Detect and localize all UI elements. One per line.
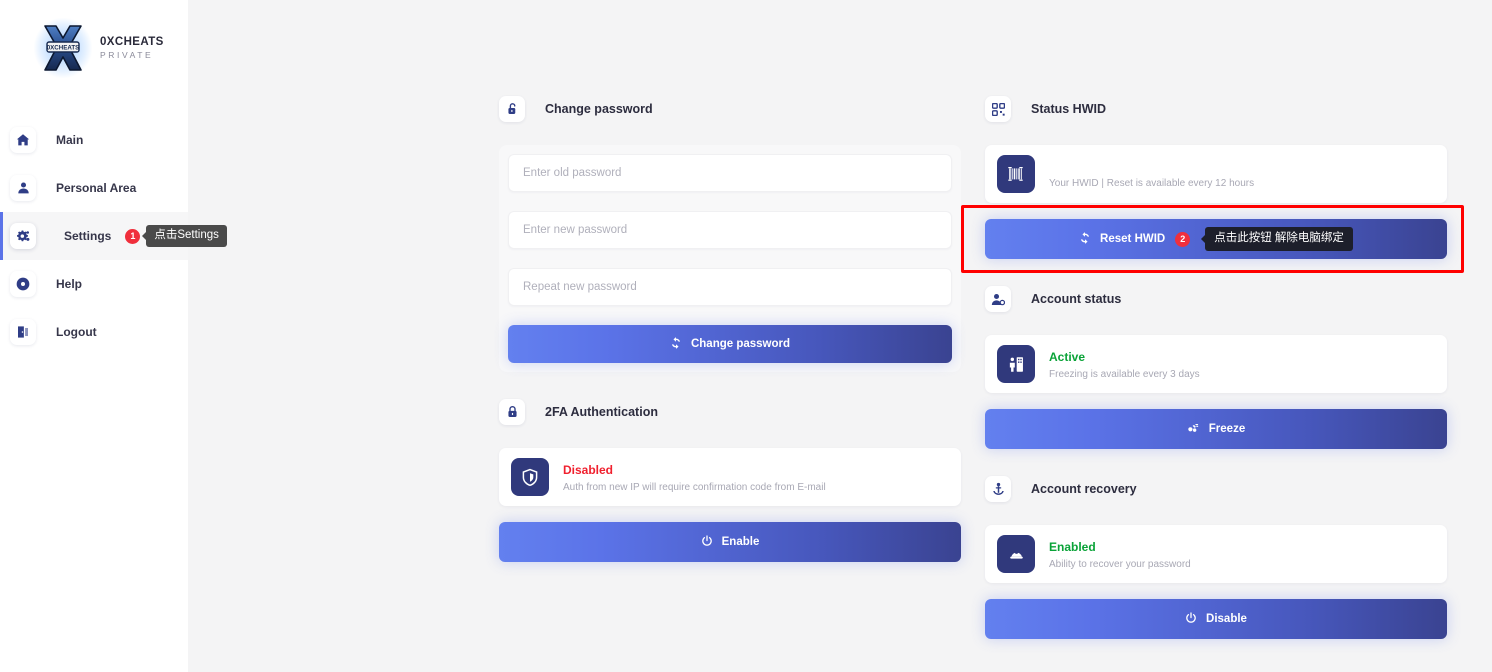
settings-right-column: Status HWID Your HWID | Reset is availab… [961, 0, 1464, 639]
brand-title: 0XCHEATS [100, 36, 164, 48]
hwid-description: Your HWID | Reset is available every 12 … [1049, 177, 1255, 189]
snowflake-icon [1187, 422, 1200, 437]
sidebar: 0XCHEATS 0XCHEATS PRIVATE Main Personal … [0, 0, 227, 672]
old-password-input[interactable] [508, 154, 952, 192]
home-icon [10, 127, 36, 153]
reset-hwid-badge: 2 [1175, 231, 1191, 247]
main-content: Change password Change password 2FA Auth… [188, 0, 1492, 672]
account-recovery-description: Ability to recover your password [1049, 559, 1191, 570]
logout-door-icon [10, 319, 36, 345]
qr-grid-icon [985, 96, 1011, 122]
refresh-icon [670, 336, 682, 352]
two-factor-header: 2FA Authentication [499, 398, 961, 426]
sidebar-item-label: Settings [64, 229, 112, 243]
settings-left-column: Change password Change password 2FA Auth… [499, 0, 961, 639]
two-factor-description: Auth from new IP will require confirmati… [563, 482, 826, 493]
section-title: Status HWID [1031, 102, 1106, 116]
sidebar-settings-badge: 1 [125, 228, 141, 244]
change-password-form: Change password [499, 145, 961, 372]
power-icon [701, 534, 713, 550]
building-icon [997, 345, 1035, 383]
life-ring-icon [10, 271, 36, 297]
new-password-input[interactable] [508, 211, 952, 249]
button-label: Disable [1206, 613, 1247, 625]
reset-hwid-button[interactable]: Reset HWID 2 点击此按钮 解除电脑绑定 [985, 219, 1447, 259]
section-title: Account status [1031, 292, 1122, 306]
account-recovery-card: Enabled Ability to recover your password [985, 525, 1447, 583]
section-title: Account recovery [1031, 482, 1137, 496]
account-status-header: Account status [985, 285, 1447, 313]
power-icon [1185, 611, 1197, 627]
brand-subtitle: PRIVATE [100, 49, 154, 60]
lock-icon [499, 399, 525, 425]
user-gear-icon [985, 286, 1011, 312]
account-status-value: Active [1049, 350, 1086, 364]
unlock-icon [499, 96, 525, 122]
change-password-header: Change password [499, 95, 961, 123]
hwid-card: Your HWID | Reset is available every 12 … [985, 145, 1447, 203]
recovery-disable-button[interactable]: Disable [985, 599, 1447, 639]
two-factor-status: Disabled [563, 463, 614, 477]
gears-icon [10, 223, 36, 249]
user-icon [10, 175, 36, 201]
sidebar-item-label: Help [56, 277, 83, 291]
account-status-card: Active Freezing is available every 3 day… [985, 335, 1447, 393]
sidebar-nav: Main Personal Area Settings 1 点击Settings… [0, 116, 227, 356]
sidebar-item-main[interactable]: Main [0, 116, 188, 164]
sidebar-item-label: Personal Area [56, 181, 137, 195]
sidebar-item-personal-area[interactable]: Personal Area [0, 164, 188, 212]
section-title: Change password [545, 102, 653, 116]
sidebar-item-label: Logout [56, 325, 97, 339]
button-label: Change password [690, 338, 791, 350]
two-factor-status-card: Disabled Auth from new IP will require c… [499, 448, 961, 506]
app-root: 0XCHEATS 0XCHEATS PRIVATE Main Personal … [0, 0, 1492, 672]
sidebar-item-label: Main [56, 133, 84, 147]
button-label: Reset HWID [1100, 233, 1166, 245]
refresh-icon [1079, 231, 1091, 247]
lifebuoy-icon [997, 535, 1035, 573]
change-password-button[interactable]: Change password [508, 325, 952, 363]
shield-icon [511, 458, 549, 496]
button-label: Freeze [1208, 423, 1246, 435]
section-title: 2FA Authentication [545, 405, 658, 419]
settings-tooltip: 点击Settings [146, 224, 227, 248]
svg-text:0XCHEATS: 0XCHEATS [47, 45, 80, 52]
freeze-button[interactable]: Freeze [985, 409, 1447, 449]
button-label: Enable [721, 536, 760, 548]
two-factor-enable-button[interactable]: Enable [499, 522, 961, 562]
account-recovery-header: Account recovery [985, 475, 1447, 503]
brand-logo-icon: 0XCHEATS [34, 18, 92, 78]
account-status-description: Freezing is available every 3 days [1049, 369, 1200, 380]
account-recovery-value: Enabled [1049, 540, 1096, 554]
brand[interactable]: 0XCHEATS 0XCHEATS PRIVATE [0, 0, 188, 84]
status-hwid-header: Status HWID [985, 95, 1447, 123]
anchor-icon [985, 476, 1011, 502]
repeat-password-input[interactable] [508, 268, 952, 306]
sidebar-item-settings[interactable]: Settings 1 点击Settings [0, 212, 227, 260]
barcode-icon [997, 155, 1035, 193]
reset-hwid-tooltip: 点击此按钮 解除电脑绑定 [1205, 226, 1353, 252]
sidebar-item-help[interactable]: Help [0, 260, 188, 308]
sidebar-item-logout[interactable]: Logout [0, 308, 188, 356]
